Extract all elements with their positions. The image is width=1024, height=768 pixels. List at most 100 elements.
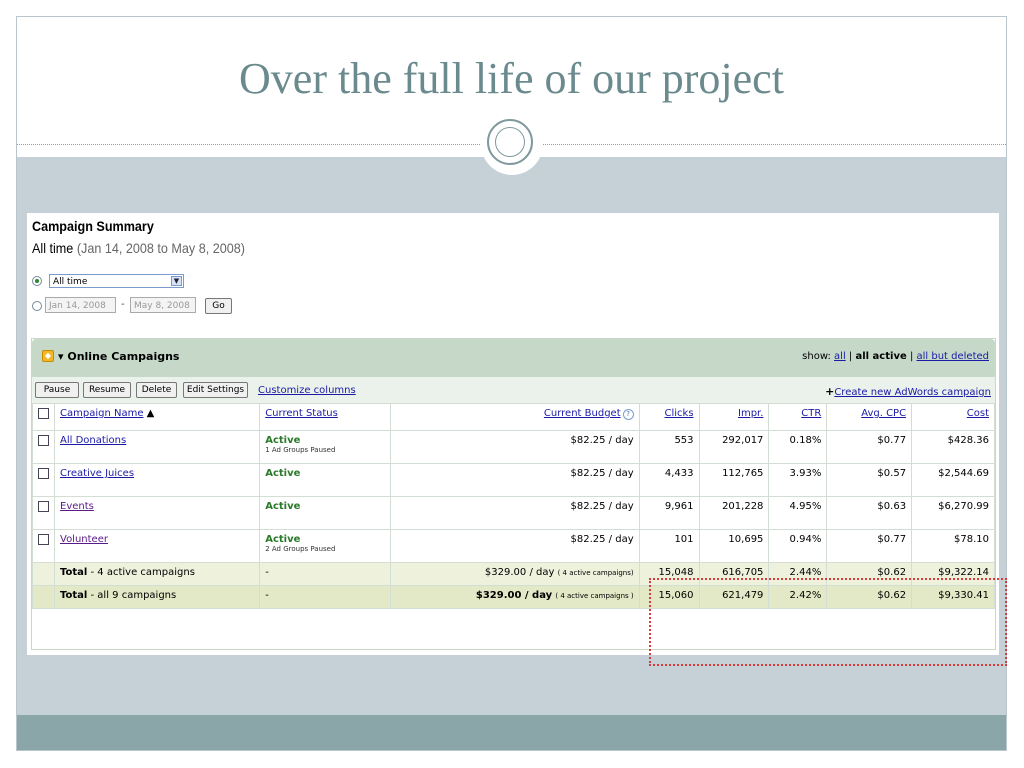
clicks-cell: 4,433 [638,463,700,497]
range-prefix: All time [32,240,74,256]
create-campaign: +Create new AdWords campaign [825,385,991,398]
sort-campaign-name[interactable]: Campaign Name [60,408,143,419]
total-budget-cell: $329.00 / day ( 4 active campaigns ) [389,585,640,609]
edit-settings-button[interactable]: Edit Settings [183,382,248,398]
campaign-name-cell: Creative Juices [53,463,261,497]
total-label: Total [60,590,88,601]
total-blank-cell [32,585,55,609]
row-checkbox[interactable] [38,501,49,512]
row-checkbox[interactable] [38,468,49,479]
ctr-cell: 4.95% [768,496,828,530]
show-separator: | [848,351,853,362]
ctr-cell: 0.94% [768,529,828,563]
campaign-link[interactable]: Creative Juices [60,468,134,479]
slide-header: Over the full life of our project [17,17,1006,175]
sort-impr[interactable]: Impr. [738,408,763,419]
header-status: Current Status [259,403,391,431]
total-label: Total [60,567,88,578]
header-checkbox-cell [32,403,55,431]
show-but-deleted-link[interactable]: all but deleted [917,351,990,362]
create-campaign-link[interactable]: Create new AdWords campaign [834,387,991,398]
row-checkbox-cell [32,529,55,563]
sort-cpc[interactable]: Avg. CPC [861,408,906,419]
budget-cell: $82.25 / day [389,529,640,563]
customize-columns-link[interactable]: Customize columns [258,385,356,396]
budget-cell: $82.25 / day [389,496,640,530]
sort-ctr[interactable]: CTR [801,408,821,419]
cpc-cell: $0.77 [826,430,913,464]
total-budget-note: ( 4 active campaigns ) [555,592,634,600]
budget-cell: $82.25 / day [389,430,640,464]
footer-band [17,715,1006,750]
total-budget-cell: $329.00 / day ( 4 active campaigns) [389,562,640,586]
table-row: Volunteer Active 2 Ad Groups Paused $82.2… [32,529,995,563]
total-blank-cell [32,562,55,586]
impr-cell: 292,017 [698,430,770,464]
total-status-cell: - [259,585,391,609]
status-text: Active [265,468,301,479]
campaign-name-cell: Events [53,496,261,530]
row-checkbox-cell [32,496,55,530]
status-note: 1 Ad Groups Paused [265,446,336,454]
header-cpc: Avg. CPC [826,403,913,431]
campaign-tag-icon: ◆ [42,350,54,362]
sort-budget[interactable]: Current Budget [544,408,621,419]
impr-cell: 112,765 [698,463,770,497]
clicks-cell: 9,961 [638,496,700,530]
sort-status[interactable]: Current Status [265,408,338,419]
help-icon[interactable]: ? [622,409,634,420]
total-label-cell: Total - 4 active campaigns [53,562,261,586]
radio-all-time[interactable] [32,276,42,286]
row-checkbox[interactable] [38,435,49,446]
table-row: All Donations Active 1 Ad Groups Paused $… [32,430,995,464]
show-all-link[interactable]: all [834,351,846,362]
select-all-checkbox[interactable] [38,408,49,419]
delete-button[interactable]: Delete [136,382,177,398]
row-checkbox[interactable] [38,534,49,545]
total-budget: $329.00 / day [475,590,553,601]
impr-cell: 10,695 [698,529,770,563]
clicks-cell: 553 [638,430,700,464]
go-button[interactable]: Go [205,298,232,314]
budget-cell: $82.25 / day [389,463,640,497]
header-clicks: Clicks [638,403,700,431]
resume-button[interactable]: Resume [83,382,131,398]
start-date-input[interactable]: Jan 14, 2008 [45,297,116,313]
status-text: Active [265,501,301,512]
sort-cost[interactable]: Cost [967,408,989,419]
total-budget-note: ( 4 active campaigns) [557,569,634,577]
campaign-summary-heading: Campaign Summary [32,218,154,234]
campaign-link[interactable]: All Donations [60,435,126,446]
header-cost: Cost [911,403,995,431]
ctr-cell: 0.18% [768,430,828,464]
table-row: Creative Juices Active $82.25 / day 4,43… [32,463,995,497]
show-active-selected: all active [855,351,907,362]
panel-title[interactable]: ▾ Online Campaigns [58,350,179,363]
total-label-cell: Total - all 9 campaigns [53,585,261,609]
cpc-cell: $0.77 [826,529,913,563]
campaign-name-cell: Volunteer [53,529,261,563]
date-range-select[interactable]: All time ▼ [49,274,184,288]
table-header-row: Campaign Name ▲ Current Status Current B… [32,403,995,431]
radio-custom-range[interactable] [32,301,42,311]
range-dates: (Jan 14, 2008 to May 8, 2008) [76,240,245,256]
pause-button[interactable]: Pause [35,382,79,398]
cost-cell: $428.36 [911,430,995,464]
action-toolbar: Pause Resume Delete Edit Settings Custom… [32,377,995,403]
sort-clicks[interactable]: Clicks [664,408,693,419]
total-budget: $329.00 / day [484,567,555,578]
status-cell: Active 2 Ad Groups Paused [259,529,391,563]
panel-header: ◆ ▾ Online Campaigns show: all | all act… [32,339,995,377]
total-label-rest: - all 9 campaigns [87,590,177,601]
sort-ascending-icon: ▲ [146,408,155,419]
chevron-down-icon[interactable]: ▼ [171,276,182,286]
show-separator: | [909,351,914,362]
campaign-link[interactable]: Volunteer [60,534,108,545]
cost-cell: $6,270.99 [911,496,995,530]
row-checkbox-cell [32,430,55,464]
end-date-input[interactable]: May 8, 2008 [130,297,196,313]
panel-title-text: Online Campaigns [67,350,180,363]
campaign-link[interactable]: Events [60,501,94,512]
cpc-cell: $0.57 [826,463,913,497]
status-cell: Active [259,496,391,530]
